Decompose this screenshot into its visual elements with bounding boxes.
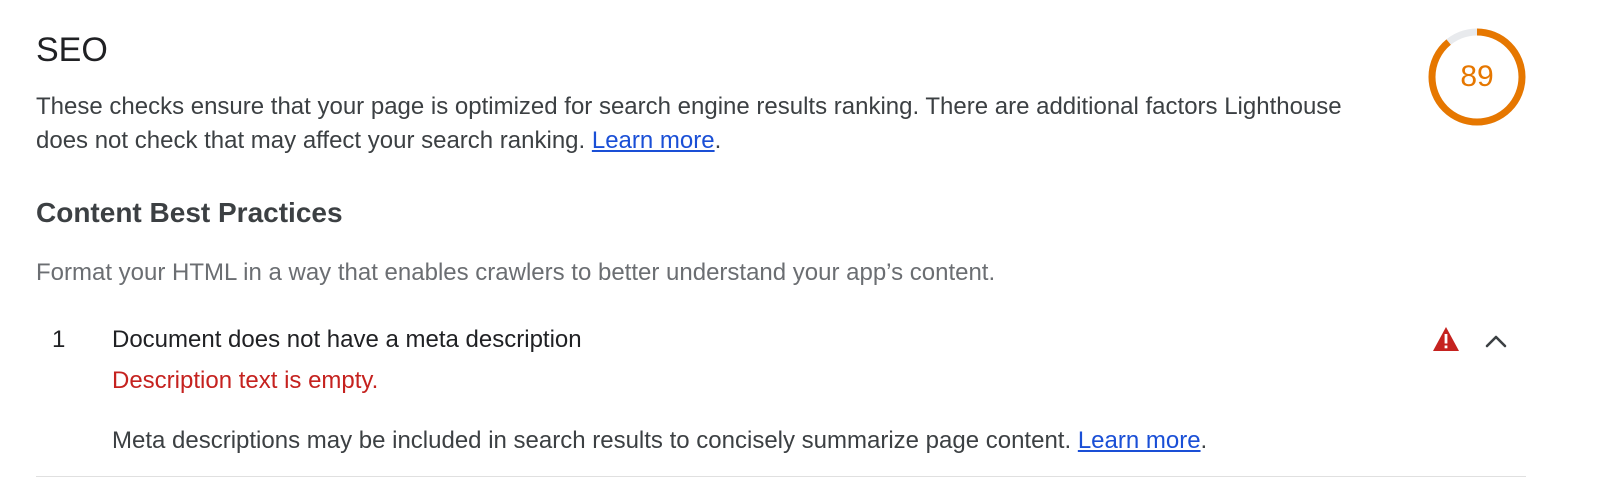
- audit-learn-more-link[interactable]: Learn more: [1078, 427, 1201, 454]
- audit-explanation: Description text is empty.: [112, 367, 379, 394]
- category-title: SEO: [36, 31, 108, 69]
- audit-divider: [36, 476, 1526, 477]
- group-description: Format your HTML in a way that enables c…: [36, 259, 996, 286]
- group-title: Content Best Practices: [36, 197, 343, 228]
- audit-description: Meta descriptions may be included in sea…: [112, 425, 1207, 457]
- category-learn-more-link[interactable]: Learn more: [592, 127, 715, 154]
- category-description: These checks ensure that your page is op…: [36, 90, 1376, 158]
- score-value: 89: [1460, 60, 1494, 93]
- audit-index: 1: [52, 326, 66, 353]
- audit-description-period: .: [1200, 427, 1208, 454]
- seo-category-section: SEO These checks ensure that your page i…: [36, 0, 1572, 494]
- audit-description-text: Meta descriptions may be included in sea…: [112, 427, 1078, 454]
- warning-triangle-icon: [1432, 326, 1460, 352]
- audit-title[interactable]: Document does not have a meta descriptio…: [112, 324, 582, 356]
- score-gauge[interactable]: 89: [1427, 27, 1527, 127]
- chevron-up-icon[interactable]: [1481, 326, 1511, 356]
- category-description-period: .: [714, 127, 722, 154]
- audit-meta-description[interactable]: 1 Document does not have a meta descript…: [36, 318, 1526, 478]
